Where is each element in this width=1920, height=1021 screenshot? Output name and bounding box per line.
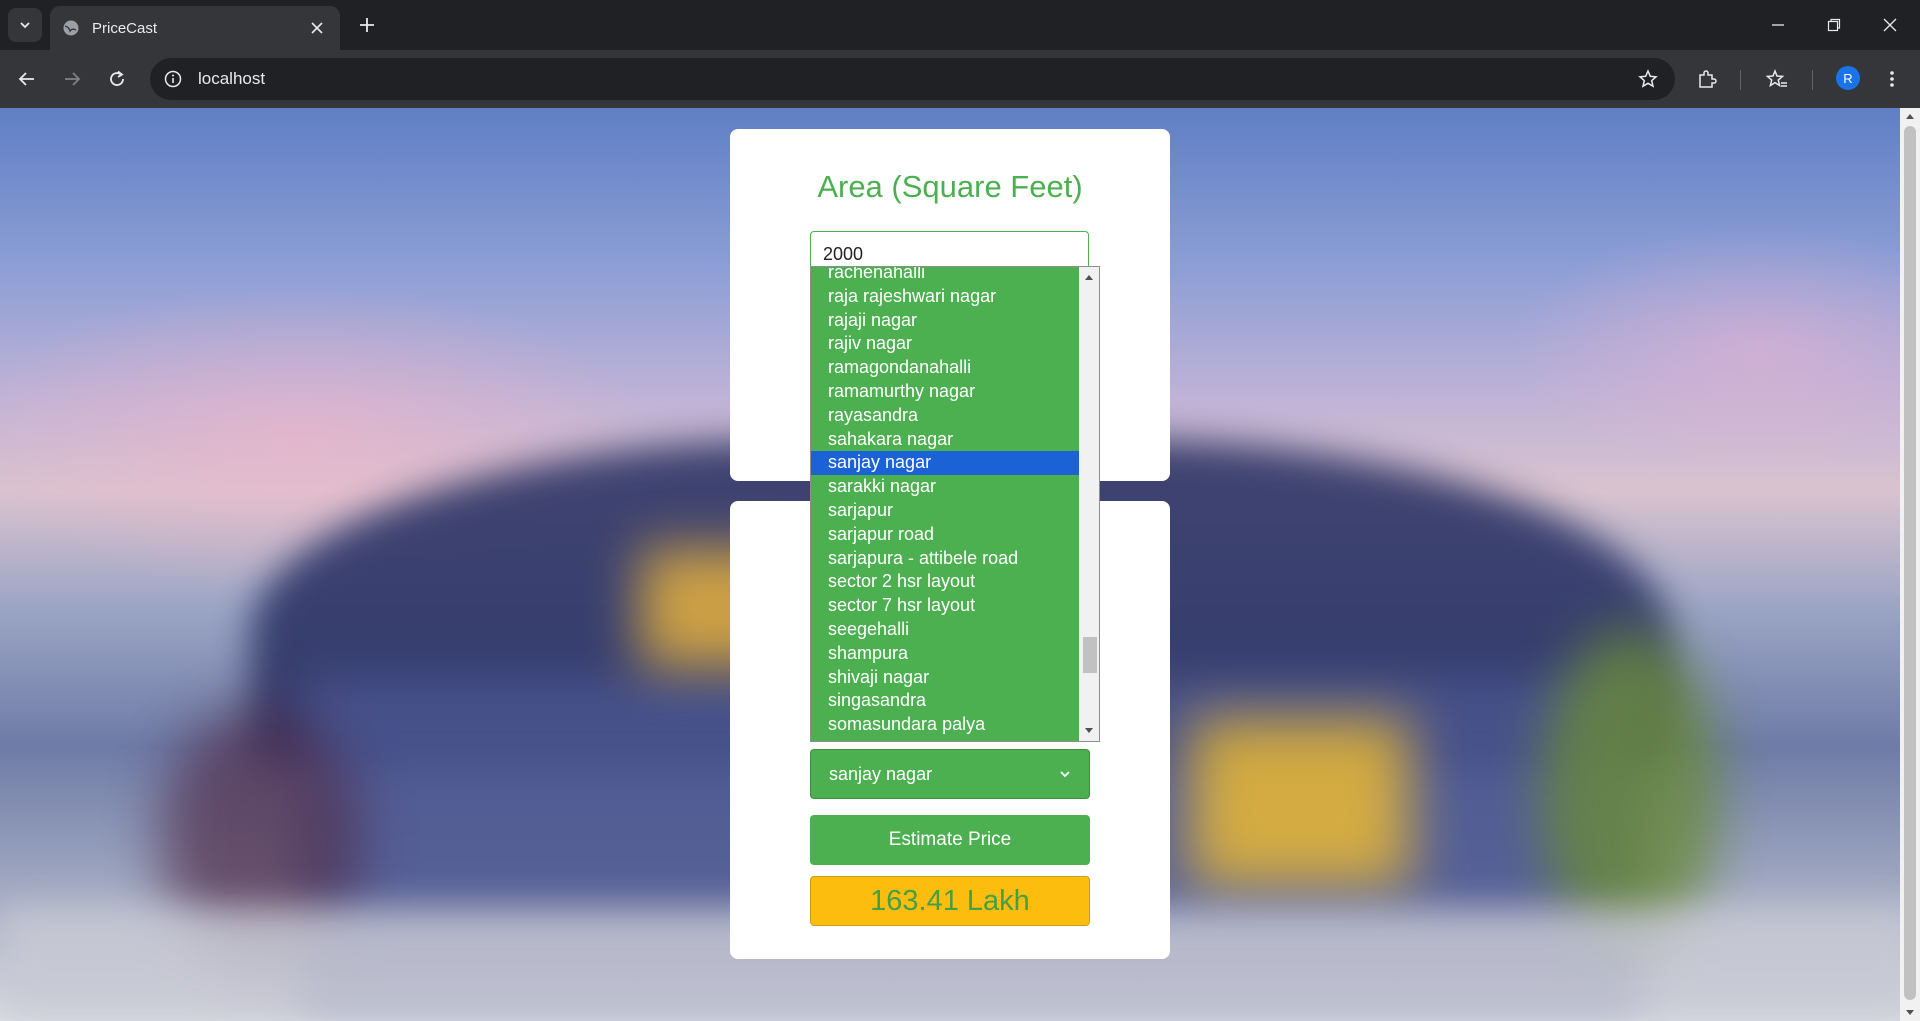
toolbar-separator: [1812, 70, 1813, 90]
restore-icon: [1827, 18, 1841, 32]
dropdown-option[interactable]: shivaji nagar: [811, 666, 1079, 690]
location-selected-value: sanjay nagar: [829, 763, 933, 784]
bookmark-star-icon[interactable]: [1631, 62, 1665, 96]
estimated-price-result: 163.41 Lakh: [810, 876, 1090, 926]
scroll-down-icon[interactable]: [1079, 723, 1099, 739]
browser-tab[interactable]: PriceCast: [50, 6, 340, 50]
dropdown-option[interactable]: sector 7 hsr layout: [811, 594, 1079, 618]
dropdown-scrollbar[interactable]: [1079, 267, 1099, 741]
reload-button[interactable]: [100, 62, 134, 96]
site-info-icon[interactable]: [162, 68, 184, 90]
dropdown-option[interactable]: rajiv nagar: [811, 332, 1079, 356]
dropdown-option[interactable]: raja rajeshwari nagar: [811, 285, 1079, 309]
back-button[interactable]: [10, 62, 44, 96]
browser-toolbar: localhost: [0, 50, 1920, 108]
dropdown-option[interactable]: rachenahalli: [811, 267, 1079, 285]
new-tab-button[interactable]: [352, 10, 382, 40]
restore-button[interactable]: [1806, 0, 1862, 50]
tab-search-button[interactable]: [8, 8, 42, 42]
dropdown-option[interactable]: sanjay nagar: [811, 451, 1079, 476]
dropdown-option[interactable]: sarjapur road: [811, 523, 1079, 547]
scroll-up-icon[interactable]: [1900, 108, 1920, 124]
scroll-down-icon[interactable]: [1900, 1005, 1920, 1021]
plus-icon: [360, 18, 374, 32]
minimize-icon: [1772, 24, 1784, 26]
toolbar-separator: [1740, 70, 1741, 90]
dropdown-option[interactable]: sarakki nagar: [811, 475, 1079, 499]
dropdown-option[interactable]: sarjapura - attibele road: [811, 547, 1079, 571]
dropdown-option[interactable]: singasandra: [811, 689, 1079, 713]
profile-avatar[interactable]: R: [1836, 66, 1860, 90]
dropdown-scroll-thumb[interactable]: [1083, 637, 1097, 673]
dropdown-option[interactable]: ramamurthy nagar: [811, 380, 1079, 404]
location-dropdown-list[interactable]: rachenahalli raja rajeshwari nagar rajaji …: [810, 266, 1100, 742]
dropdown-option[interactable]: rajaji nagar: [811, 309, 1079, 333]
dropdown-option[interactable]: sector 2 hsr layout: [811, 570, 1079, 594]
arrow-left-icon: [18, 72, 34, 86]
globe-icon: [62, 19, 80, 37]
location-select[interactable]: sanjay nagar: [810, 749, 1090, 799]
url-text: localhost: [198, 69, 266, 88]
forward-button[interactable]: [55, 62, 89, 96]
tab-bar: PriceCast: [0, 0, 1920, 50]
dropdown-options: rachenahalli raja rajeshwari nagar rajaji …: [811, 267, 1079, 741]
area-title: Area (Square Feet): [817, 169, 1083, 204]
page-scroll-thumb[interactable]: [1904, 126, 1916, 1000]
scroll-up-icon[interactable]: [1079, 269, 1099, 285]
close-tab-icon[interactable]: [306, 17, 328, 39]
more-menu-icon[interactable]: [1875, 62, 1909, 96]
chevron-down-icon: [1060, 771, 1070, 778]
dropdown-option[interactable]: sarjapur: [811, 499, 1079, 523]
tab-title: PriceCast: [92, 19, 158, 37]
page-scrollbar[interactable]: [1900, 108, 1920, 1021]
reload-icon: [110, 70, 124, 86]
dropdown-option[interactable]: somasundara palya: [811, 713, 1079, 737]
estimate-price-button[interactable]: Estimate Price: [810, 815, 1090, 865]
arrow-right-icon: [65, 72, 81, 86]
dropdown-option[interactable]: ramagondanahalli: [811, 356, 1079, 380]
dropdown-option[interactable]: shampura: [811, 642, 1079, 666]
minimize-button[interactable]: [1750, 0, 1806, 50]
bookmarks-icon[interactable]: [1760, 62, 1794, 96]
close-window-button[interactable]: [1862, 0, 1918, 50]
address-bar[interactable]: localhost: [150, 58, 1675, 100]
chevron-down-icon: [20, 22, 30, 29]
dropdown-option[interactable]: sompura: [811, 737, 1079, 741]
extensions-icon[interactable]: [1690, 62, 1724, 96]
close-icon: [1883, 18, 1897, 32]
dropdown-option[interactable]: seegehalli: [811, 618, 1079, 642]
dropdown-option[interactable]: rayasandra: [811, 404, 1079, 428]
dropdown-option[interactable]: sahakara nagar: [811, 428, 1079, 452]
background-window: [1190, 718, 1410, 888]
